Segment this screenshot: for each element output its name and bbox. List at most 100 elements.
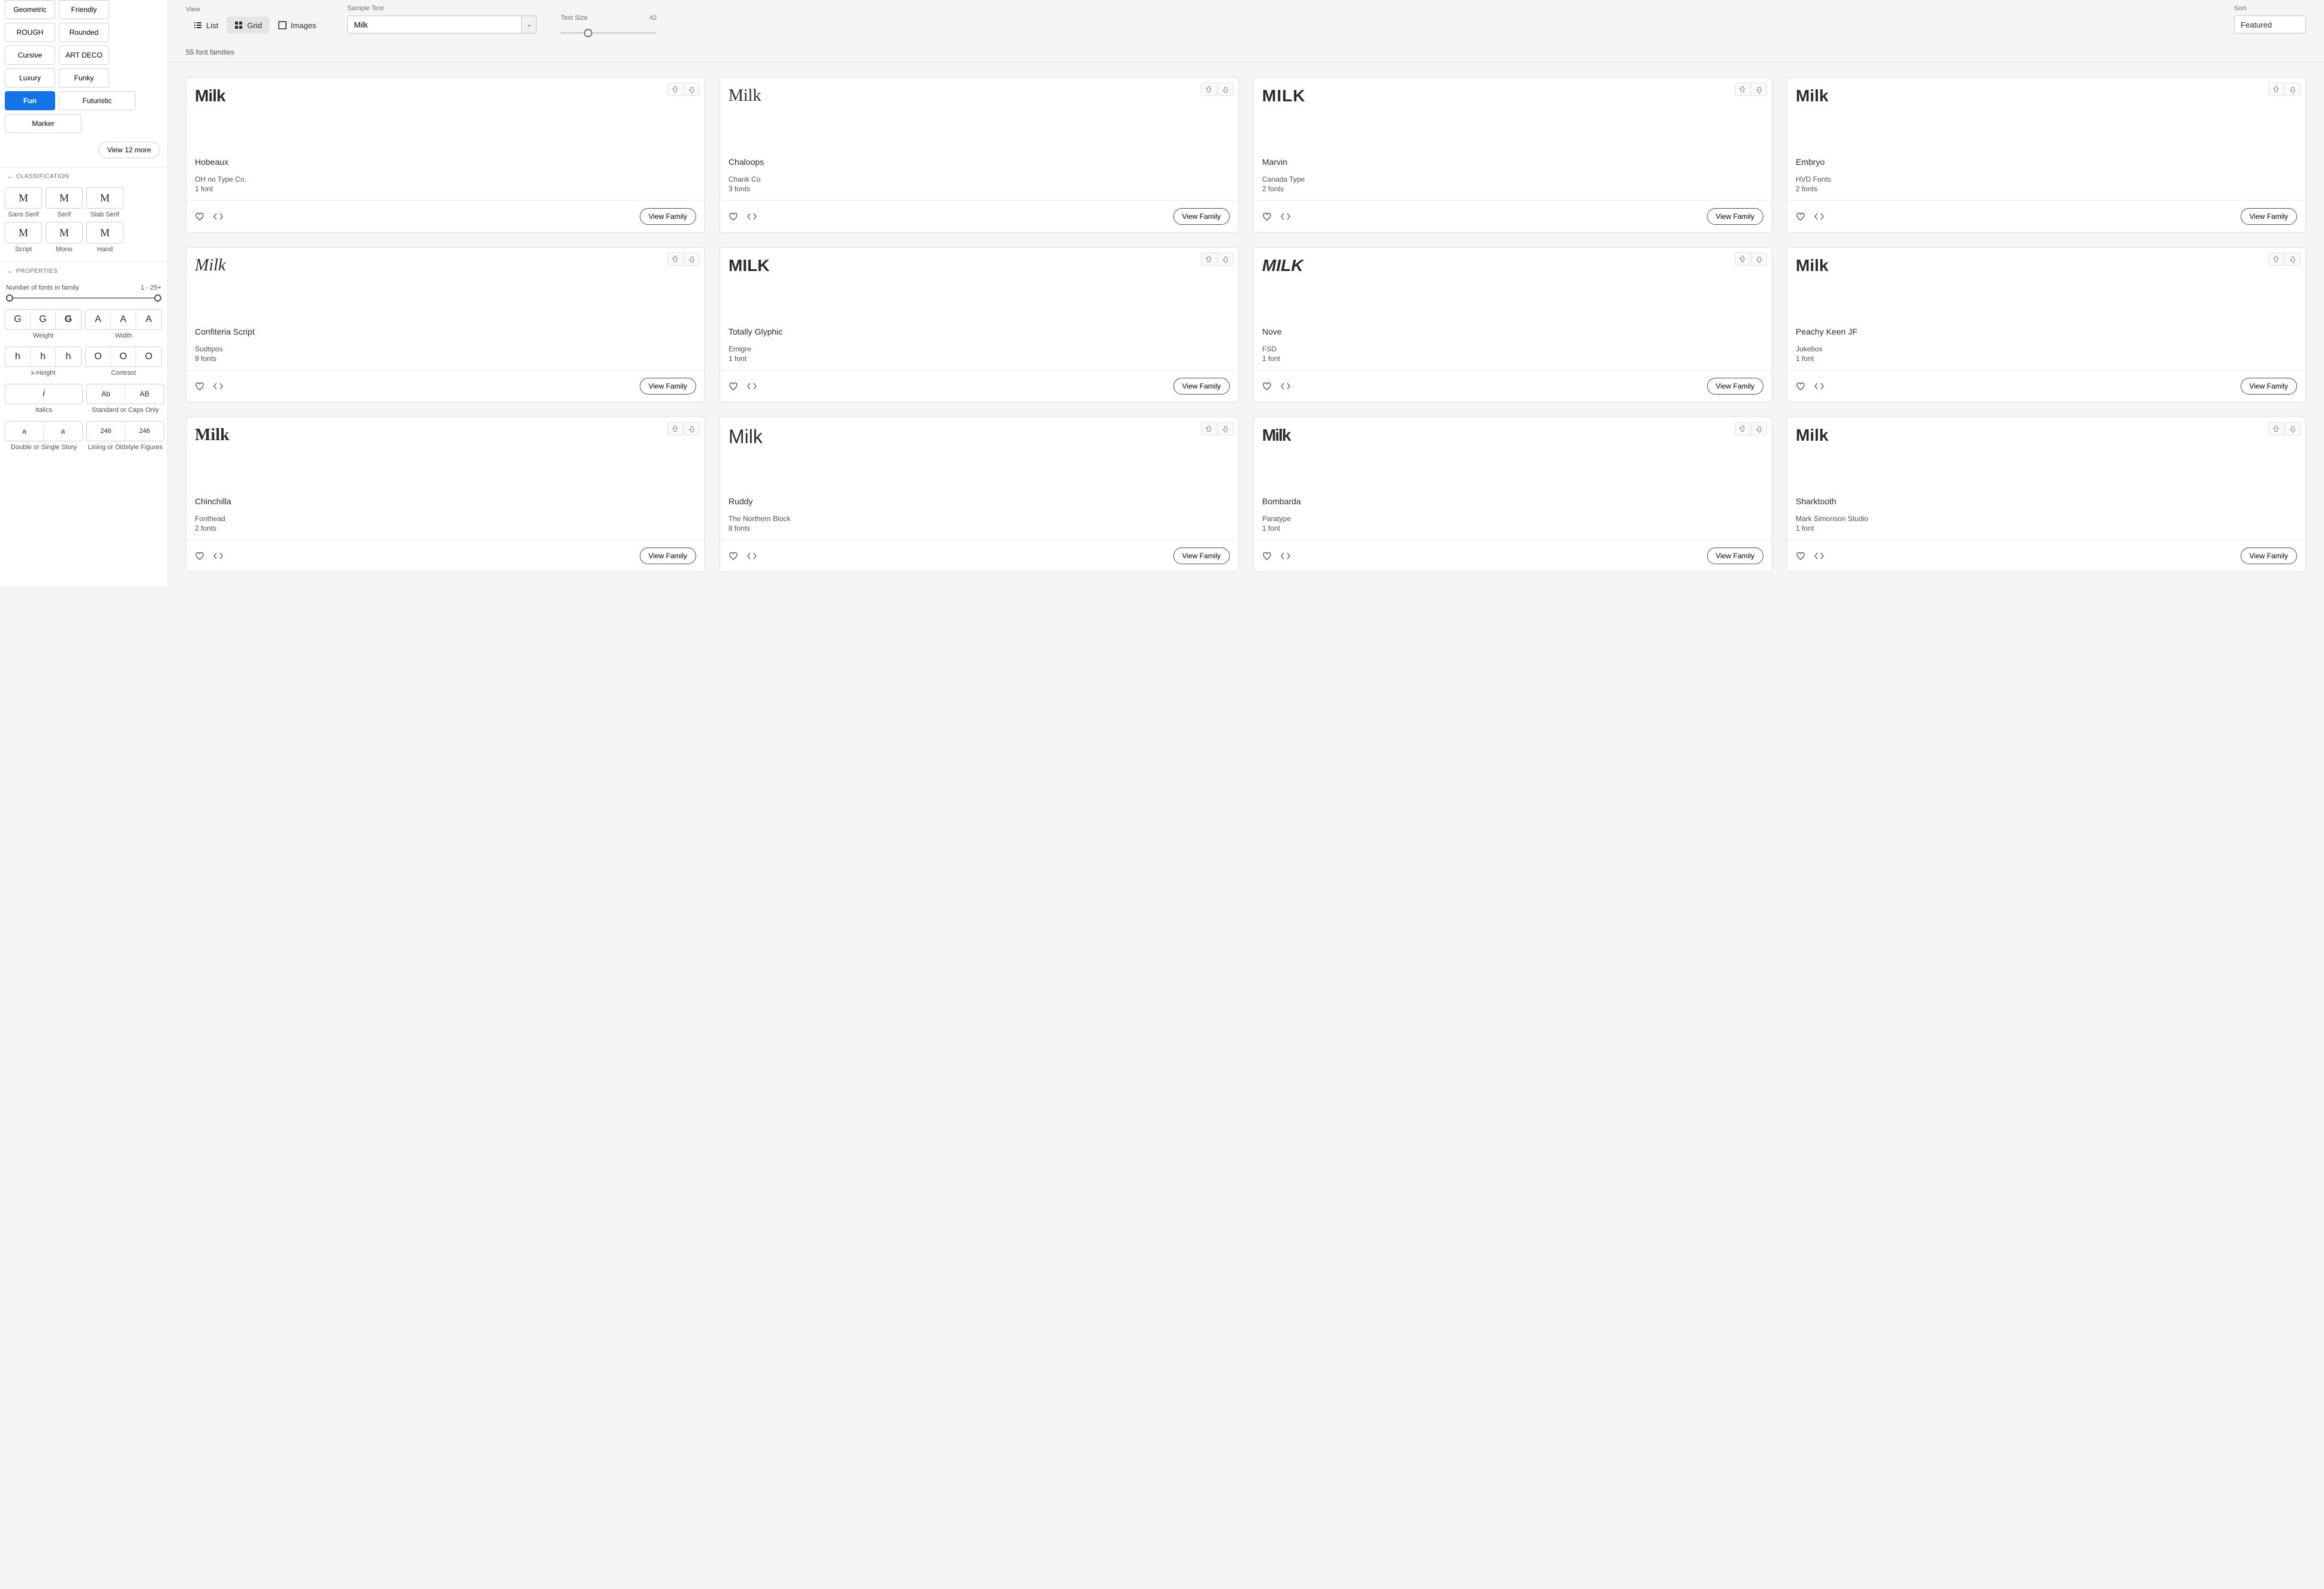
thumbs-up-icon[interactable] [2268, 422, 2284, 435]
favorite-icon[interactable] [1796, 212, 1805, 221]
font-foundry[interactable]: The Northern Block [728, 514, 1230, 523]
view-family-button[interactable]: View Family [1707, 208, 1763, 225]
prop-cell[interactable]: A [136, 310, 161, 329]
sample-text-dropdown[interactable]: ⌄ [521, 16, 537, 34]
favorite-icon[interactable] [1262, 551, 1272, 561]
sample-text-input[interactable] [347, 16, 521, 34]
font-foundry[interactable]: FSD [1262, 345, 1763, 353]
thumbs-down-icon[interactable] [684, 252, 700, 266]
view-family-button[interactable]: View Family [1173, 208, 1230, 225]
view-family-button[interactable]: View Family [640, 547, 696, 564]
font-name[interactable]: Marvin [1262, 157, 1763, 167]
code-icon[interactable] [213, 551, 224, 561]
favorite-icon[interactable] [1796, 381, 1805, 391]
thumbs-up-icon[interactable] [1201, 252, 1217, 266]
classification-box[interactable]: M [5, 222, 42, 243]
thumbs-up-icon[interactable] [2268, 252, 2284, 266]
font-foundry[interactable]: Mark Simonson Studio [1796, 514, 2297, 523]
prop-cell[interactable]: a [5, 422, 44, 441]
view-family-button[interactable]: View Family [640, 378, 696, 395]
tag-geometric[interactable]: Geometric [5, 0, 55, 19]
font-name[interactable]: Hobeaux [195, 157, 696, 167]
favorite-icon[interactable] [728, 212, 738, 221]
tag-rounded[interactable]: Rounded [59, 23, 109, 42]
tag-futuristic[interactable]: Futuristic [59, 91, 136, 110]
thumbs-down-icon[interactable] [684, 422, 700, 435]
favorite-icon[interactable] [728, 381, 738, 391]
thumbs-down-icon[interactable] [2285, 422, 2301, 435]
view-more-button[interactable]: View 12 more [98, 142, 160, 158]
tag-cursive[interactable]: Cursive [5, 46, 55, 65]
font-foundry[interactable]: Sudtipos [195, 345, 696, 353]
prop-cell[interactable]: 246 [87, 422, 125, 441]
code-icon[interactable] [746, 212, 757, 221]
thumbs-down-icon[interactable] [1218, 252, 1233, 266]
properties-header[interactable]: ⌄ PROPERTIES [0, 261, 167, 279]
prop-cell[interactable]: 246 [125, 422, 164, 441]
tag-luxury[interactable]: Luxury [5, 68, 55, 88]
prop-cell[interactable]: i [5, 384, 82, 404]
code-icon[interactable] [1280, 551, 1291, 561]
prop-cell[interactable]: G [31, 310, 56, 329]
favorite-icon[interactable] [1796, 551, 1805, 561]
tag-marker[interactable]: Marker [5, 114, 82, 133]
font-foundry[interactable]: Jukebox [1796, 345, 2297, 353]
prop-cell[interactable]: A [111, 310, 136, 329]
tag-funky[interactable]: Funky [59, 68, 109, 88]
font-foundry[interactable]: HVD Fonts [1796, 175, 2297, 183]
font-name[interactable]: Chaloops [728, 157, 1230, 167]
view-images-button[interactable]: Images [270, 17, 324, 34]
view-grid-button[interactable]: Grid [227, 17, 269, 34]
thumbs-down-icon[interactable] [1218, 83, 1233, 96]
classification-box[interactable]: M [46, 187, 83, 209]
thumbs-up-icon[interactable] [667, 422, 683, 435]
favorite-icon[interactable] [728, 551, 738, 561]
favorite-icon[interactable] [195, 381, 204, 391]
font-name[interactable]: Chinchilla [195, 496, 696, 506]
code-icon[interactable] [1814, 381, 1825, 391]
font-foundry[interactable]: Paratype [1262, 514, 1763, 523]
font-name[interactable]: Sharktooth [1796, 496, 2297, 506]
thumbs-up-icon[interactable] [2268, 83, 2284, 96]
thumbs-down-icon[interactable] [684, 83, 700, 96]
font-foundry[interactable]: Chank Co [728, 175, 1230, 183]
sort-select[interactable]: Featured [2234, 16, 2306, 34]
thumbs-up-icon[interactable] [1735, 83, 1750, 96]
classification-box[interactable]: M [46, 222, 83, 243]
code-icon[interactable] [746, 551, 757, 561]
view-family-button[interactable]: View Family [640, 208, 696, 225]
tag-friendly[interactable]: Friendly [59, 0, 109, 19]
classification-header[interactable]: ⌄ CLASSIFICATION [0, 167, 167, 185]
font-foundry[interactable]: Canada Type [1262, 175, 1763, 183]
classification-box[interactable]: M [86, 222, 124, 243]
view-family-button[interactable]: View Family [2241, 547, 2297, 564]
favorite-icon[interactable] [195, 212, 204, 221]
thumbs-down-icon[interactable] [2285, 83, 2301, 96]
font-name[interactable]: Bombarda [1262, 496, 1763, 506]
thumbs-up-icon[interactable] [667, 252, 683, 266]
view-family-button[interactable]: View Family [1173, 378, 1230, 395]
font-name[interactable]: Confiteria Script [195, 327, 696, 336]
thumbs-up-icon[interactable] [1201, 83, 1217, 96]
font-foundry[interactable]: OH no Type Co. [195, 175, 696, 183]
favorite-icon[interactable] [1262, 212, 1272, 221]
prop-cell[interactable]: a [44, 422, 82, 441]
font-foundry[interactable]: Fonthead [195, 514, 696, 523]
thumbs-down-icon[interactable] [1751, 83, 1767, 96]
classification-box[interactable]: M [5, 187, 42, 209]
thumbs-down-icon[interactable] [1218, 422, 1233, 435]
prop-cell[interactable]: h [31, 347, 56, 366]
code-icon[interactable] [746, 381, 757, 391]
thumbs-up-icon[interactable] [1201, 422, 1217, 435]
favorite-icon[interactable] [195, 551, 204, 561]
font-name[interactable]: Nove [1262, 327, 1763, 336]
prop-cell[interactable]: h [5, 347, 31, 366]
prop-cell[interactable]: O [86, 347, 111, 366]
code-icon[interactable] [1814, 551, 1825, 561]
font-name[interactable]: Totally Glyphic [728, 327, 1230, 336]
prop-cell[interactable]: O [136, 347, 161, 366]
slider-handle-min[interactable] [6, 294, 13, 302]
thumbs-up-icon[interactable] [667, 83, 683, 96]
thumbs-down-icon[interactable] [1751, 422, 1767, 435]
thumbs-up-icon[interactable] [1735, 252, 1750, 266]
